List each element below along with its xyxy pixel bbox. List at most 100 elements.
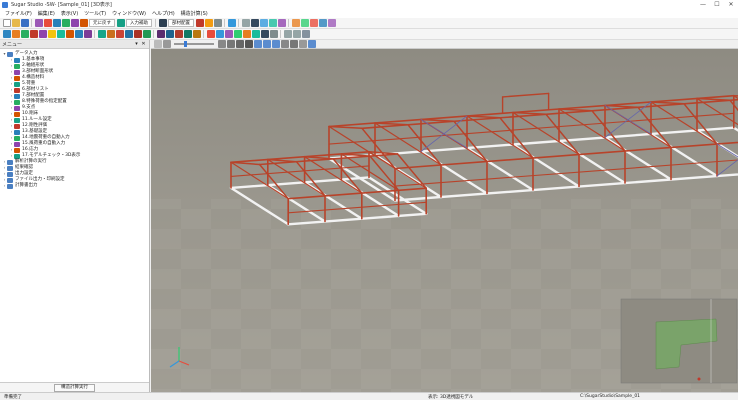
report-icon[interactable] xyxy=(327,19,336,27)
node-icon[interactable] xyxy=(291,19,300,27)
paste-icon[interactable] xyxy=(61,19,70,27)
table-icon[interactable] xyxy=(318,19,327,27)
copy-member-icon[interactable] xyxy=(97,30,106,38)
mirror-icon[interactable] xyxy=(106,30,115,38)
3d-scene[interactable] xyxy=(151,49,738,392)
menu-view[interactable]: 表示(V) xyxy=(58,10,81,17)
orbit-icon[interactable] xyxy=(226,40,235,48)
rigid-zone-icon[interactable] xyxy=(192,30,201,38)
zoom-in-icon[interactable] xyxy=(283,30,292,38)
side-view-icon[interactable] xyxy=(244,40,253,48)
legend-icon[interactable] xyxy=(269,30,278,38)
solid-icon[interactable] xyxy=(289,40,298,48)
draw-wall-icon[interactable] xyxy=(56,30,65,38)
material-icon[interactable] xyxy=(165,30,174,38)
delete-icon[interactable] xyxy=(195,19,204,27)
iso-view-icon[interactable] xyxy=(253,40,262,48)
move-icon[interactable] xyxy=(158,19,167,27)
model-icon[interactable] xyxy=(70,19,79,27)
menu-tree: ▾ データ入力 › 1.基本事項 › 2.軸組形状 › 3.部材断面形状 › 4.構造材料 › 5.荷… xyxy=(0,49,149,189)
item-icon xyxy=(14,63,20,69)
layer-icon[interactable] xyxy=(241,19,250,27)
zoom-slider-knob[interactable] xyxy=(184,41,187,47)
draw-beam-icon[interactable] xyxy=(29,30,38,38)
draw-slab-icon[interactable] xyxy=(47,30,56,38)
tree-item[interactable]: › 計算書出力 xyxy=(0,183,149,189)
camera-icon[interactable] xyxy=(307,40,316,48)
redo-icon[interactable] xyxy=(116,19,125,27)
fit-icon[interactable] xyxy=(301,30,310,38)
minimize-button[interactable]: — xyxy=(696,0,710,9)
ratio-icon[interactable] xyxy=(251,30,260,38)
property-icon[interactable] xyxy=(156,30,165,38)
member-placement-button[interactable]: 部材配置 xyxy=(168,19,194,27)
zoom-window-icon[interactable] xyxy=(153,40,162,48)
item-icon xyxy=(14,117,20,123)
input-assist-button[interactable]: 入力補助 xyxy=(126,19,152,27)
frame-icon[interactable] xyxy=(250,19,259,27)
settings-icon[interactable] xyxy=(213,19,222,27)
item-icon xyxy=(14,105,20,111)
draw-brace-icon[interactable] xyxy=(38,30,47,38)
menu-bar: ファイル(F) 編集(E) 表示(V) ツール(T) ウィンドウ(W) ヘルプ(… xyxy=(0,9,738,18)
print-icon[interactable] xyxy=(34,19,43,27)
menu-structural-calc[interactable]: 構造計算(S) xyxy=(178,10,211,17)
mini-map[interactable] xyxy=(620,298,738,384)
run-calc-button[interactable]: 構造計算実行 xyxy=(54,383,95,392)
menu-tools[interactable]: ツール(T) xyxy=(81,10,109,17)
close-button[interactable]: ✕ xyxy=(724,0,738,9)
title-bar: Sugar Studio -SW- [Sample_01] [3D表示] — ☐… xyxy=(0,0,738,9)
render-mode-icon[interactable] xyxy=(271,40,280,48)
open-folder-icon[interactable] xyxy=(11,19,20,27)
undo-arrow-icon[interactable] xyxy=(227,19,236,27)
cut-icon[interactable] xyxy=(43,19,52,27)
rotate-icon[interactable] xyxy=(115,30,124,38)
magnify-icon[interactable] xyxy=(162,40,171,48)
wireframe-icon[interactable] xyxy=(280,40,289,48)
result-icon[interactable] xyxy=(206,30,215,38)
3d-viewport[interactable] xyxy=(151,49,738,392)
check-icon[interactable] xyxy=(309,19,318,27)
load-icon[interactable] xyxy=(277,19,286,27)
envelope-icon[interactable] xyxy=(260,30,269,38)
menu-window[interactable]: ウィンドウ(W) xyxy=(109,10,149,17)
item-icon xyxy=(14,81,20,87)
pin-icon[interactable]: ▾ xyxy=(133,41,140,48)
point-load-icon[interactable] xyxy=(65,30,74,38)
release-icon[interactable] xyxy=(174,30,183,38)
moment-icon[interactable] xyxy=(83,30,92,38)
undo-button[interactable]: 元に戻す xyxy=(89,19,115,27)
axis-icon[interactable] xyxy=(298,40,307,48)
array-icon[interactable] xyxy=(124,30,133,38)
menu-edit[interactable]: 編集(E) xyxy=(35,10,58,17)
menu-help[interactable]: ヘルプ(H) xyxy=(149,10,178,17)
join-icon[interactable] xyxy=(142,30,151,38)
reaction-icon[interactable] xyxy=(233,30,242,38)
menu-file[interactable]: ファイル(F) xyxy=(2,10,35,17)
draw-line-icon[interactable] xyxy=(11,30,20,38)
save-icon[interactable] xyxy=(20,19,29,27)
copy-icon[interactable] xyxy=(52,19,61,27)
select-icon[interactable] xyxy=(2,30,11,38)
zoom-out-icon[interactable] xyxy=(292,30,301,38)
dist-load-icon[interactable] xyxy=(74,30,83,38)
view-3d-icon[interactable] xyxy=(259,19,268,27)
offset-icon[interactable] xyxy=(183,30,192,38)
measure-icon[interactable] xyxy=(204,19,213,27)
new-file-icon[interactable] xyxy=(2,19,11,27)
pan-icon[interactable] xyxy=(217,40,226,48)
status-bar: 準備完了 表示: 3D透視図モデル C:\SugarStudio\Sample_… xyxy=(0,392,738,400)
stress-icon[interactable] xyxy=(224,30,233,38)
grid-icon[interactable] xyxy=(79,19,88,27)
support-icon[interactable] xyxy=(300,19,309,27)
split-icon[interactable] xyxy=(133,30,142,38)
perspective-icon[interactable] xyxy=(262,40,271,48)
deform-icon[interactable] xyxy=(215,30,224,38)
mode-icon[interactable] xyxy=(242,30,251,38)
draw-column-icon[interactable] xyxy=(20,30,29,38)
front-view-icon[interactable] xyxy=(235,40,244,48)
zoom-slider[interactable] xyxy=(174,41,214,47)
section-icon[interactable] xyxy=(268,19,277,27)
maximize-button[interactable]: ☐ xyxy=(710,0,724,9)
panel-close-icon[interactable]: ✕ xyxy=(140,41,147,48)
